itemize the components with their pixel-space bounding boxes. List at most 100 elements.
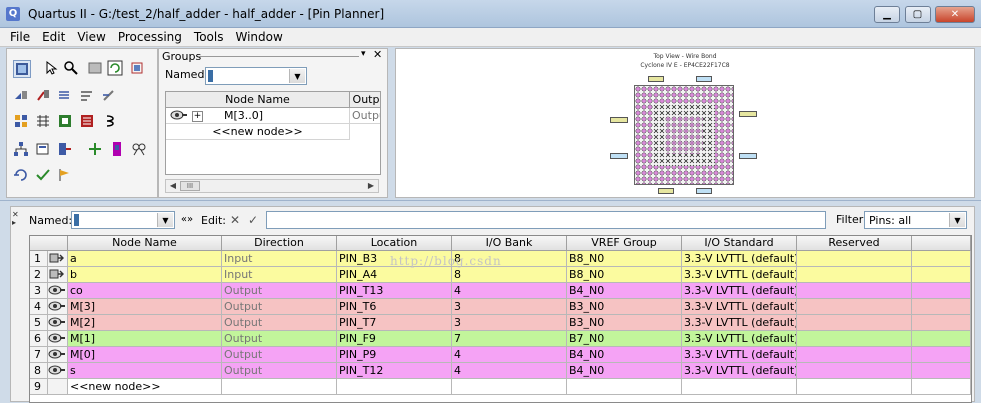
assign-icon[interactable] [57, 141, 75, 159]
node-name-cell[interactable]: M[0] [68, 347, 222, 363]
vref-group-cell[interactable]: B3_N0 [567, 299, 682, 315]
reserved-cell[interactable] [797, 315, 912, 331]
fit-icon[interactable] [87, 60, 105, 78]
pin-in-icon[interactable] [13, 87, 31, 105]
extra-cell[interactable] [912, 251, 971, 267]
location-cell[interactable]: PIN_T12 [337, 363, 452, 379]
io-standard-cell[interactable]: 3.3-V LVTTL (default) [682, 251, 797, 267]
column-row-number[interactable] [30, 236, 68, 251]
table-row[interactable]: 7 M[0] Output PIN_P9 4 B4_N0 3.3-V LVTTL (defa… [30, 347, 971, 363]
reserved-cell[interactable] [797, 251, 912, 267]
maximize-button[interactable]: ▢ [904, 6, 931, 23]
bank-view-icon[interactable] [13, 113, 31, 131]
menu-processing[interactable]: Processing [112, 28, 188, 46]
reserved-cell[interactable] [797, 283, 912, 299]
hierarchy-icon[interactable] [13, 141, 31, 159]
scroll-thumb[interactable]: III [180, 181, 200, 191]
column-location[interactable]: Location [337, 236, 452, 251]
io-bank-cell[interactable]: 4 [452, 283, 567, 299]
location-cell[interactable] [337, 379, 452, 395]
groups-new-node[interactable]: <<new node>> [166, 124, 350, 140]
pins-filter-combo[interactable]: Pins: all ▼ [864, 211, 967, 229]
io-bank-cell[interactable]: 4 [452, 363, 567, 379]
table-row[interactable]: 5 M[2] Output PIN_T7 3 B3_N0 3.3-V LVTTL (defa… [30, 315, 971, 331]
direction-cell[interactable] [222, 379, 337, 395]
node-name-cell[interactable]: <<new node>> [68, 379, 222, 395]
pin-sort-icon[interactable] [79, 87, 97, 105]
menu-edit[interactable]: Edit [36, 28, 71, 46]
dropdown-arrow-icon[interactable]: ▼ [289, 69, 305, 83]
vref-group-cell[interactable]: B7_N0 [567, 331, 682, 347]
location-cell[interactable]: PIN_T13 [337, 283, 452, 299]
chip-view-icon[interactable] [13, 60, 31, 78]
chip-top-view[interactable]: Top View - Wire Bond Cyclone IV E - EP4C… [395, 48, 975, 198]
panel-side-close-icon[interactable]: ✕ ▸ [12, 211, 19, 227]
location-cell[interactable]: PIN_T6 [337, 299, 452, 315]
extra-cell[interactable] [912, 267, 971, 283]
filter-options-icon[interactable]: «» [179, 212, 195, 228]
node-name-cell[interactable]: M[2] [68, 315, 222, 331]
node-finder-icon[interactable] [35, 141, 53, 159]
pins-named-combo[interactable]: ▼ [71, 211, 175, 229]
menu-window[interactable]: Window [229, 28, 288, 46]
direction-cell[interactable]: Output [222, 331, 337, 347]
color-icon[interactable] [109, 141, 127, 159]
diff-pair-icon[interactable] [103, 113, 121, 131]
groups-row[interactable]: + M[3..0] [166, 108, 350, 124]
chip-package-grid[interactable] [634, 85, 734, 185]
io-standard-cell[interactable]: 3.3-V LVTTL (default) [682, 347, 797, 363]
pin-up-icon[interactable] [35, 87, 53, 105]
close-button[interactable]: ✕ [935, 6, 975, 23]
column-reserved[interactable]: Reserved [797, 236, 912, 251]
expand-icon[interactable]: + [192, 111, 203, 122]
io-standard-cell[interactable]: 3.3-V LVTTL (default) [682, 283, 797, 299]
crop-icon[interactable] [129, 60, 147, 78]
reserved-cell[interactable] [797, 299, 912, 315]
column-direction[interactable]: Direction [222, 236, 337, 251]
table-row[interactable]: 8 s Output PIN_T12 4 B4_N0 3.3-V LVTTL (defaul… [30, 363, 971, 379]
vref-group-cell[interactable]: B8_N0 [567, 267, 682, 283]
dropdown-arrow-icon[interactable]: ▼ [157, 213, 173, 227]
scroll-right-icon[interactable]: ▶ [365, 180, 377, 192]
direction-cell[interactable]: Output [222, 299, 337, 315]
pins-edit-field[interactable] [266, 211, 826, 229]
groups-horizontal-scrollbar[interactable]: ◀ III ▶ [165, 179, 379, 193]
direction-cell[interactable]: Input [222, 251, 337, 267]
extra-cell[interactable] [912, 379, 971, 395]
node-name-cell[interactable]: a [68, 251, 222, 267]
table-row[interactable]: 2 b Input PIN_A4 8 B8_N0 3.3-V LVTTL (default) [30, 267, 971, 283]
direction-cell[interactable]: Input [222, 267, 337, 283]
io-bank-cell[interactable]: 4 [452, 347, 567, 363]
pin-list-icon[interactable] [57, 87, 75, 105]
io-standard-cell[interactable]: 3.3-V LVTTL (default) [682, 331, 797, 347]
check-icon[interactable] [35, 167, 53, 185]
location-cell[interactable]: PIN_A4 [337, 267, 452, 283]
move-icon[interactable] [87, 141, 105, 159]
location-cell[interactable]: PIN_T7 [337, 315, 452, 331]
node-name-cell[interactable]: M[3] [68, 299, 222, 315]
node-name-cell[interactable]: co [68, 283, 222, 299]
menu-tools[interactable]: Tools [188, 28, 230, 46]
direction-cell[interactable]: Output [222, 363, 337, 379]
column-vref-group[interactable]: VREF Group [567, 236, 682, 251]
panel-close-icon[interactable]: ✕ [373, 48, 382, 61]
vref-group-cell[interactable]: B4_N0 [567, 363, 682, 379]
io-bank-cell[interactable]: 3 [452, 299, 567, 315]
vref-group-cell[interactable]: B4_N0 [567, 347, 682, 363]
io-standard-cell[interactable]: 3.3-V LVTTL (default) [682, 315, 797, 331]
search-pins-icon[interactable] [131, 141, 149, 159]
extra-cell[interactable] [912, 347, 971, 363]
io-bank-cell[interactable]: 8 [452, 267, 567, 283]
pin-edit-icon[interactable] [101, 87, 119, 105]
rotate-icon[interactable] [13, 167, 31, 185]
vref-group-cell[interactable] [567, 379, 682, 395]
panel-pin-icon[interactable]: ▾ [361, 49, 366, 59]
table-row[interactable]: 3 co Output PIN_T13 4 B4_N0 3.3-V LVTTL (defau… [30, 283, 971, 299]
zoom-icon[interactable] [63, 60, 81, 78]
table-row[interactable]: 4 M[3] Output PIN_T6 3 B3_N0 3.3-V LVTTL (defa… [30, 299, 971, 315]
io-bank-icon[interactable] [79, 113, 97, 131]
io-bank-cell[interactable]: 3 [452, 315, 567, 331]
column-node-name[interactable]: Node Name [68, 236, 222, 251]
extra-cell[interactable] [912, 283, 971, 299]
menu-view[interactable]: View [71, 28, 111, 46]
